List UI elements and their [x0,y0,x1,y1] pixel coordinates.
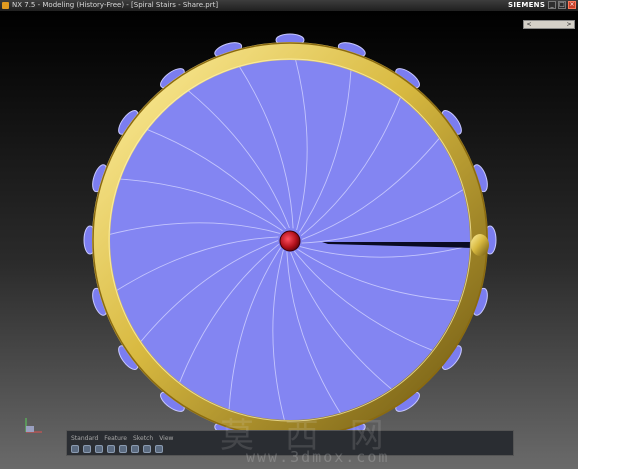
center-column [279,230,301,252]
rotate-icon[interactable] [107,445,115,453]
watermark-url: www.3dmox.com [246,448,390,466]
shade-icon[interactable] [119,445,127,453]
toolbar-icons [71,444,163,454]
measure-icon[interactable] [131,445,139,453]
toolbar-label-standard[interactable]: Standard [71,435,98,442]
select-icon[interactable] [71,445,79,453]
hide-icon[interactable] [83,445,91,453]
fit-icon[interactable] [95,445,103,453]
handrail-joint [471,234,489,256]
toolbar-label-feature[interactable]: Feature [104,435,127,442]
snap-icon[interactable] [143,445,151,453]
toolbar-label-view[interactable]: View [159,435,173,442]
toolbar-label-sketch[interactable]: Sketch [133,435,153,442]
staircase-model[interactable] [0,0,578,469]
view-triad-icon [25,418,42,433]
nx-window: NX 7.5 - Modeling (History-Free) - [Spir… [0,0,578,469]
layer-icon[interactable] [155,445,163,453]
